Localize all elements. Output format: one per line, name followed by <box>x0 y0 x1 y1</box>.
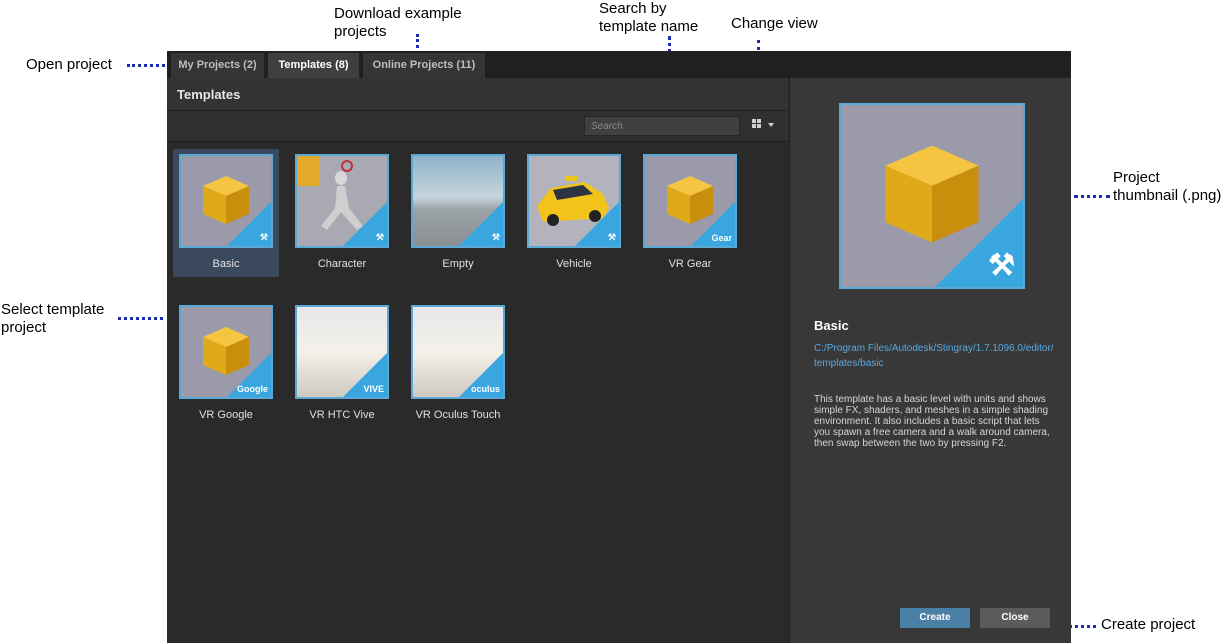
annotation-open-project: Open project <box>26 56 112 73</box>
tab-bar: My Projects (2) Templates (8) Online Pro… <box>167 51 1071 78</box>
template-card-vr-htc-vive[interactable]: VIVE VR HTC Vive <box>289 300 395 428</box>
template-label: Character <box>317 258 367 270</box>
tab-online-projects[interactable]: Online Projects (11) <box>363 53 485 78</box>
template-thumbnail: ⚒ <box>179 154 273 248</box>
annotation-leader <box>127 64 165 67</box>
details-description: This template has a basic level with uni… <box>814 394 1050 449</box>
details-path-link[interactable]: C:/Program Files/Autodesk/Stingray/1.7.1… <box>814 341 1054 371</box>
panel-toolbar: Search <box>167 111 788 142</box>
template-thumbnail: ⚒ <box>527 154 621 248</box>
template-label: VR HTC Vive <box>309 409 375 421</box>
template-thumbnail: ⚒ <box>295 154 389 248</box>
annotation-search-by-name: Search by template name <box>599 0 698 36</box>
template-label: VR Gear <box>668 258 712 270</box>
hammer-icon: ⚒ <box>491 232 500 242</box>
annotation-leader <box>118 317 163 320</box>
template-card-vehicle[interactable]: ⚒ Vehicle <box>521 149 627 277</box>
template-label: Basic <box>212 258 240 270</box>
details-panel: ⚒ Basic C:/Program Files/Autodesk/Stingr… <box>789 78 1071 643</box>
annotation-select-template: Select template project <box>1 301 104 337</box>
annotation-create-project: Create project <box>1101 616 1196 633</box>
change-view-button[interactable] <box>752 118 776 134</box>
google-cardboard-icon: Google <box>237 384 268 394</box>
details-title: Basic <box>814 318 849 333</box>
annotation-text: Select template <box>1 301 105 318</box>
annotation-text: thumbnail (.png) <box>1113 187 1222 204</box>
template-thumbnail: VIVE <box>295 305 389 399</box>
template-label: VR Oculus Touch <box>415 409 501 421</box>
template-card-vr-oculus-touch[interactable]: oculus VR Oculus Touch <box>405 300 511 428</box>
template-label: Empty <box>442 258 474 270</box>
template-card-character[interactable]: ⚒ Character <box>289 149 395 277</box>
hammer-icon: ⚒ <box>259 232 268 242</box>
template-card-vr-gear[interactable]: Gear VR Gear <box>637 149 743 277</box>
template-thumbnail: Google <box>179 305 273 399</box>
project-manager-window: My Projects (2) Templates (8) Online Pro… <box>167 51 1071 643</box>
project-thumbnail: ⚒ <box>839 103 1025 289</box>
template-card-empty[interactable]: ⚒ Empty <box>405 149 511 277</box>
annotation-leader <box>416 34 419 48</box>
template-thumbnail: Gear <box>643 154 737 248</box>
tab-templates[interactable]: Templates (8) <box>268 53 359 78</box>
annotation-leader <box>1074 195 1110 198</box>
chevron-down-icon <box>768 123 774 127</box>
annotation-change-view: Change view <box>731 15 818 32</box>
vive-icon: VIVE <box>363 384 384 394</box>
templates-panel: Templates Search ⚒ Basic ⚒ Character ⚒ E… <box>167 78 788 643</box>
oculus-icon: oculus <box>470 384 500 394</box>
annotation-text: Project <box>1113 169 1160 186</box>
hammer-icon: ⚒ <box>988 249 1015 282</box>
template-thumbnail: oculus <box>411 305 505 399</box>
template-card-basic[interactable]: ⚒ Basic <box>173 149 279 277</box>
panel-title: Templates <box>177 87 241 102</box>
annotation-text: Download example <box>334 5 462 22</box>
template-label: VR Google <box>199 409 253 421</box>
annotation-text: Search by <box>599 0 667 17</box>
hammer-icon: ⚒ <box>607 232 616 242</box>
template-label: Vehicle <box>556 258 592 270</box>
search-input[interactable]: Search <box>584 116 740 136</box>
template-thumbnail: ⚒ <box>411 154 505 248</box>
gear-vr-icon: Gear <box>711 233 732 243</box>
panel-header: Templates <box>167 78 788 111</box>
tab-my-projects[interactable]: My Projects (2) <box>171 53 264 78</box>
template-card-vr-google[interactable]: Google VR Google <box>173 300 279 428</box>
close-button[interactable]: Close <box>980 608 1050 628</box>
create-button[interactable]: Create <box>900 608 970 628</box>
annotation-download-example: Download example projects <box>334 5 462 41</box>
annotation-text: projects <box>334 23 387 40</box>
annotation-text: template name <box>599 18 699 35</box>
annotation-text: project <box>1 319 47 336</box>
hammer-icon: ⚒ <box>375 232 384 242</box>
annotation-project-thumbnail: Project thumbnail (.png) <box>1113 169 1221 205</box>
